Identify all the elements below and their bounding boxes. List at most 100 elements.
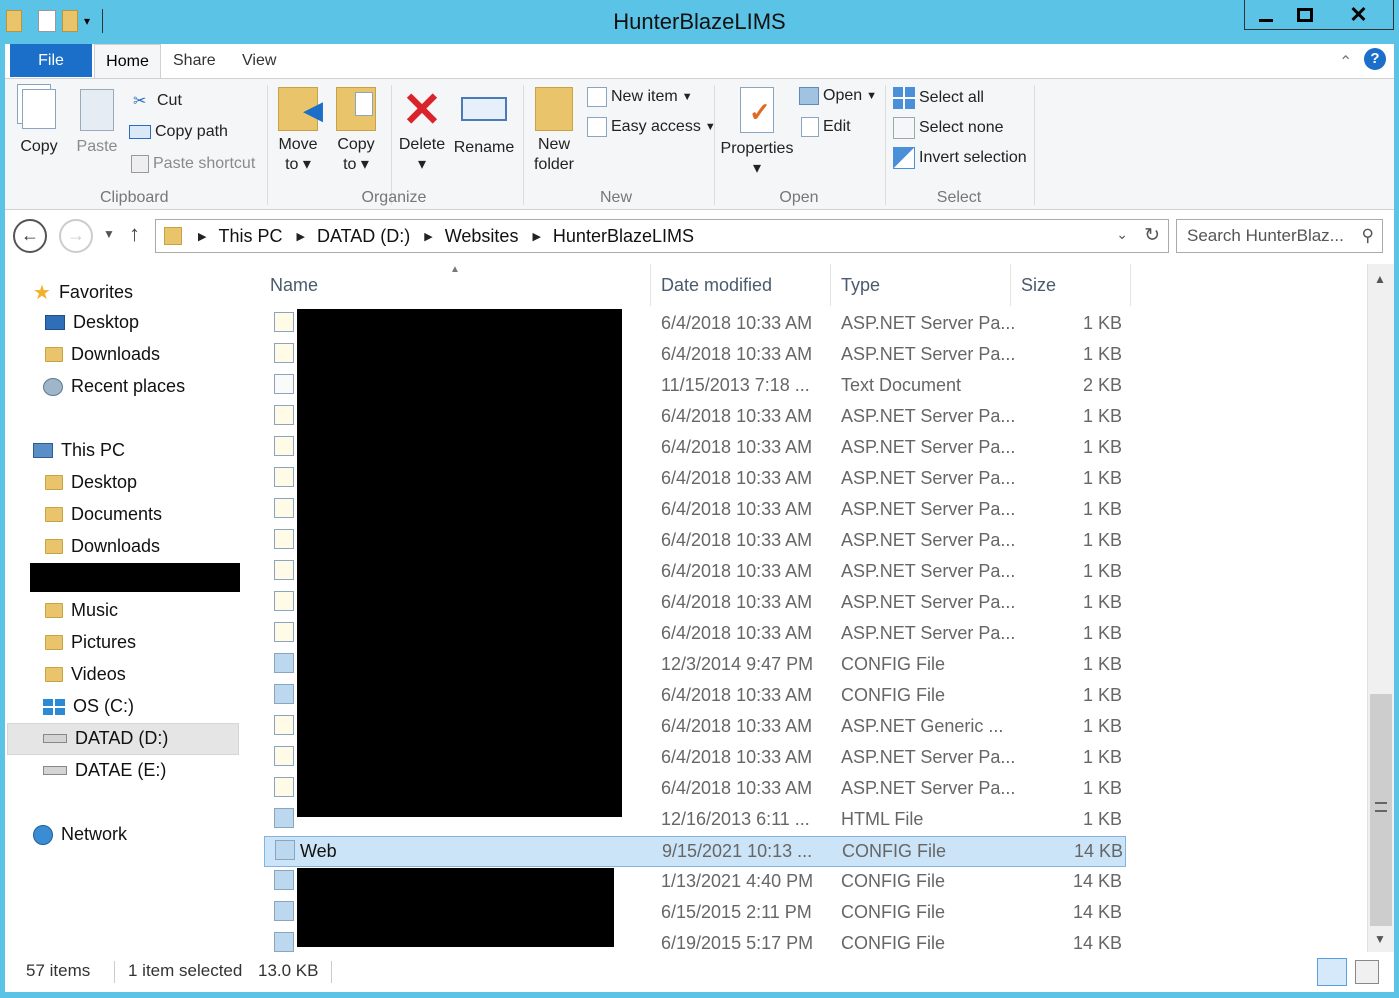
nav-item-pictures[interactable]: Pictures xyxy=(45,632,136,653)
paste-shortcut-button[interactable]: Paste shortcut xyxy=(131,155,255,173)
file-date: 6/19/2015 5:17 PM xyxy=(661,933,814,952)
nav-item-videos[interactable]: Videos xyxy=(45,664,126,685)
folder-icon xyxy=(164,227,182,245)
paste-icon xyxy=(80,89,114,131)
nav-item-datad[interactable]: DATAD (D:) xyxy=(43,728,168,749)
group-separator xyxy=(885,85,886,205)
file-type: ASP.NET Generic ... xyxy=(841,716,1004,736)
copy-path-button[interactable]: Copy path xyxy=(129,123,228,141)
column-header-date[interactable]: Date modified xyxy=(651,264,831,306)
downloads-folder-icon xyxy=(45,347,63,362)
nav-item-this-pc[interactable]: This PC xyxy=(33,440,125,461)
scroll-down-arrow-icon[interactable]: ▼ xyxy=(1374,932,1386,946)
nav-item-favorites[interactable]: ★ Favorites xyxy=(33,280,133,305)
address-bar[interactable]: ▶ This PC ▶ DATAD (D:) ▶ Websites ▶ Hunt… xyxy=(155,219,1169,253)
properties-button[interactable]: ✓ Properties ▾ xyxy=(719,87,795,179)
nav-item-downloads[interactable]: Downloads xyxy=(45,344,160,365)
tab-home[interactable]: Home xyxy=(94,44,161,79)
move-to-button[interactable]: ◀ Move to ▾ xyxy=(273,87,323,175)
close-button[interactable]: ✕ xyxy=(1324,0,1394,30)
column-header-type[interactable]: Type xyxy=(831,264,1011,306)
file-date: 6/4/2018 10:33 AM xyxy=(661,468,813,488)
nav-item-pc-downloads[interactable]: Downloads xyxy=(45,536,160,557)
file-date: 6/4/2018 10:33 AM xyxy=(661,437,813,457)
move-to-label-2: to xyxy=(285,156,299,173)
window-border-bottom xyxy=(0,992,1399,998)
tab-file[interactable]: File xyxy=(10,44,92,77)
address-dropdown-icon[interactable]: ⌄ xyxy=(1116,226,1128,243)
tab-share[interactable]: Share xyxy=(173,52,216,70)
nav-item-music[interactable]: Music xyxy=(45,600,118,621)
drive-icon xyxy=(43,734,67,743)
copy-to-button[interactable]: Copy to ▾ xyxy=(331,87,381,175)
breadcrumb-chevron-icon[interactable]: ▶ xyxy=(532,230,540,243)
group-separator xyxy=(714,85,715,205)
open-icon xyxy=(799,87,819,105)
cut-button[interactable]: ✂ Cut xyxy=(133,91,182,111)
edit-button[interactable]: Edit xyxy=(801,117,851,137)
nav-item-network[interactable]: Network xyxy=(33,824,127,845)
nav-item-recent-places[interactable]: Recent places xyxy=(43,376,185,397)
nav-item-documents[interactable]: Documents xyxy=(45,504,162,525)
copy-to-label: Copy xyxy=(337,136,375,153)
file-date: 6/15/2015 2:11 PM xyxy=(661,902,812,922)
breadcrumb-this-pc[interactable]: This PC xyxy=(218,226,282,247)
recent-locations-icon[interactable]: ▼ xyxy=(103,227,115,241)
column-header-name[interactable]: Name xyxy=(260,264,651,306)
file-size: 1 KB xyxy=(1082,468,1122,488)
file-list: ▲ Name Date modified Type Size 6/4/2018 … xyxy=(242,264,1367,952)
collapse-ribbon-icon[interactable]: ⌃ xyxy=(1339,52,1352,72)
rename-button[interactable]: Rename xyxy=(453,87,515,158)
config-file-icon xyxy=(274,684,294,709)
breadcrumb-hunterblazelims[interactable]: HunterBlazeLIMS xyxy=(553,226,694,247)
navigation-pane: ★ Favorites Desktop Downloads Recent plac… xyxy=(5,264,242,952)
invert-selection-button[interactable]: Invert selection xyxy=(893,147,1027,169)
scroll-up-arrow-icon[interactable]: ▲ xyxy=(1374,272,1386,286)
forward-button[interactable]: → xyxy=(59,219,93,253)
vertical-scrollbar[interactable]: ▲ ▼ xyxy=(1367,264,1394,952)
file-date: 6/4/2018 10:33 AM xyxy=(661,530,813,550)
aspx-file-icon xyxy=(274,405,294,430)
copy-button[interactable]: Copy xyxy=(15,89,63,157)
search-icon[interactable]: ⚲ xyxy=(1362,226,1374,246)
new-item-button[interactable]: New item ▼ xyxy=(587,87,693,107)
new-folder-button[interactable]: New folder xyxy=(529,87,579,175)
network-globe-icon xyxy=(33,824,53,845)
nav-item-datae[interactable]: DATAE (E:) xyxy=(43,760,166,781)
minimize-button[interactable] xyxy=(1244,0,1286,30)
file-type: ASP.NET Server Pa... xyxy=(841,778,1016,798)
open-label: Open xyxy=(823,87,863,104)
help-icon[interactable]: ? xyxy=(1364,48,1386,70)
easy-access-button[interactable]: Easy access ▼ xyxy=(587,117,716,137)
file-size: 1 KB xyxy=(1082,344,1122,364)
file-row[interactable]: Web 9/15/2021 10:13 ... CONFIG File 14 KB xyxy=(264,836,1126,867)
refresh-icon[interactable]: ↻ xyxy=(1144,224,1160,247)
maximize-button[interactable] xyxy=(1286,0,1324,30)
nav-item-os-c[interactable]: OS (C:) xyxy=(43,696,134,717)
column-header-size[interactable]: Size xyxy=(1011,264,1131,306)
breadcrumb-chevron-icon[interactable]: ▶ xyxy=(198,230,206,243)
open-button[interactable]: Open ▼ xyxy=(799,87,877,105)
nav-item-desktop[interactable]: Desktop xyxy=(45,312,139,333)
back-button[interactable]: ← xyxy=(13,219,47,253)
selection-size: 13.0 KB xyxy=(258,961,319,980)
file-type: CONFIG File xyxy=(841,902,946,922)
paste-button[interactable]: Paste xyxy=(73,89,121,157)
nav-label: Documents xyxy=(71,504,163,524)
select-none-button[interactable]: Select none xyxy=(893,117,1004,139)
delete-button[interactable]: ✕ Delete ▾ xyxy=(397,87,447,175)
search-input[interactable]: Search HunterBlaz... ⚲ xyxy=(1176,219,1383,253)
breadcrumb-datad[interactable]: DATAD (D:) xyxy=(317,226,410,247)
nav-item-pc-desktop[interactable]: Desktop xyxy=(45,472,137,493)
breadcrumb-websites[interactable]: Websites xyxy=(445,226,519,247)
up-button[interactable]: ↑ xyxy=(129,221,140,247)
file-type: ASP.NET Server Pa... xyxy=(841,313,1016,333)
details-view-icon[interactable] xyxy=(1317,958,1347,986)
select-none-label: Select none xyxy=(919,119,1004,136)
select-all-button[interactable]: Select all xyxy=(893,87,984,109)
nav-label: Downloads xyxy=(71,344,161,364)
large-icons-view-icon[interactable] xyxy=(1355,960,1379,984)
breadcrumb-chevron-icon[interactable]: ▶ xyxy=(296,230,304,243)
breadcrumb-chevron-icon[interactable]: ▶ xyxy=(424,230,432,243)
tab-view[interactable]: View xyxy=(242,52,276,70)
